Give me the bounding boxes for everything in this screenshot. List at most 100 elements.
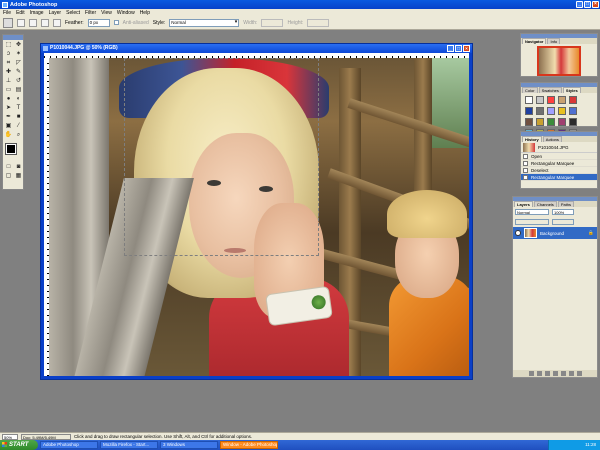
doc-close-button[interactable]: × — [463, 45, 470, 52]
doc-minimize-button[interactable]: _ — [447, 45, 454, 52]
style-swatch[interactable] — [525, 118, 533, 126]
marquee-tool-icon[interactable]: ⬚ — [4, 41, 13, 49]
fullscreen-mode-icon[interactable]: ▦ — [14, 172, 23, 180]
foreground-color[interactable] — [5, 143, 17, 155]
crop-tool-icon[interactable]: ⌗ — [4, 59, 13, 67]
menu-select[interactable]: Select — [66, 10, 80, 16]
history-item[interactable]: Deselect — [521, 167, 597, 174]
antialias-checkbox[interactable] — [113, 20, 119, 25]
navigator-thumbnail[interactable] — [537, 46, 581, 76]
history-item[interactable]: Open — [521, 153, 597, 160]
style-swatch[interactable] — [525, 96, 533, 104]
style-swatch[interactable] — [569, 96, 577, 104]
feather-input[interactable]: 0 px — [87, 18, 110, 27]
tab-styles[interactable]: Styles — [562, 87, 581, 93]
eraser-tool-icon[interactable]: ▭ — [4, 86, 13, 94]
tab-swatches[interactable]: Swatches — [538, 87, 562, 93]
blur-tool-icon[interactable]: ● — [4, 95, 13, 103]
start-button[interactable]: START — [0, 440, 38, 450]
taskbar-item-group[interactable]: 3 Windows — [160, 441, 218, 449]
document-titlebar[interactable]: P1010044.JPG @ 50% (RGB) _ □ × — [41, 44, 472, 53]
menu-edit[interactable]: Edit — [16, 10, 25, 16]
tab-layers[interactable]: Layers — [514, 201, 533, 207]
new-group-icon[interactable] — [560, 371, 566, 376]
history-brush-icon[interactable]: ↺ — [14, 77, 23, 85]
menu-window[interactable]: Window — [117, 10, 135, 16]
tab-navigator[interactable]: Navigator — [522, 38, 547, 44]
maximize-button[interactable]: □ — [584, 1, 591, 8]
history-item[interactable]: Rectangular Marquee — [521, 160, 597, 167]
brush-tool-icon[interactable]: ✎ — [14, 68, 23, 76]
style-swatch[interactable] — [558, 96, 566, 104]
selection-marquee[interactable] — [124, 58, 319, 256]
slice-tool-icon[interactable]: ◸ — [14, 59, 23, 67]
fill-input[interactable] — [552, 219, 574, 225]
style-swatch[interactable] — [547, 107, 555, 115]
menu-layer[interactable]: Layer — [49, 10, 62, 16]
opacity-input[interactable]: 100% — [552, 209, 574, 215]
tab-channels[interactable]: Channels — [533, 201, 557, 207]
type-tool-icon[interactable]: T — [14, 104, 23, 112]
layer-style-icon[interactable] — [536, 371, 542, 376]
close-button[interactable]: × — [592, 1, 599, 8]
style-swatch[interactable] — [569, 107, 577, 115]
shape-tool-icon[interactable]: ■ — [14, 113, 23, 121]
tab-color[interactable]: Color — [522, 87, 538, 93]
style-swatch[interactable] — [569, 118, 577, 126]
zoom-level-field[interactable]: 50% — [2, 433, 18, 440]
style-select[interactable]: Normal — [169, 18, 240, 27]
zoom-tool-icon[interactable]: ⌕ — [14, 131, 23, 139]
gradient-tool-icon[interactable]: ▤ — [14, 86, 23, 94]
tab-actions[interactable]: Actions — [542, 136, 562, 142]
history-snapshot[interactable]: P1010044.JPG — [521, 142, 597, 153]
eye-icon[interactable] — [515, 230, 521, 236]
healing-brush-icon[interactable]: ✚ — [4, 68, 13, 76]
style-swatch[interactable] — [536, 96, 544, 104]
lock-options[interactable] — [515, 219, 549, 225]
height-input[interactable] — [307, 18, 330, 27]
hand-tool-icon[interactable]: ✋ — [4, 131, 13, 139]
taskbar-item-active[interactable]: Window - Adobe Photoshop — [220, 441, 278, 449]
notes-tool-icon[interactable]: ▣ — [4, 122, 13, 130]
menu-image[interactable]: Image — [30, 10, 44, 16]
menu-help[interactable]: Help — [140, 10, 150, 16]
taskbar-item-photoshop[interactable]: Adobe Photoshop — [40, 441, 98, 449]
tab-info[interactable]: Info — [547, 38, 561, 44]
new-layer-icon[interactable] — [568, 371, 574, 376]
eyedropper-tool-icon[interactable]: ⁄ — [14, 122, 23, 130]
style-swatch[interactable] — [558, 118, 566, 126]
dodge-tool-icon[interactable]: ◐ — [14, 95, 23, 103]
intersect-selection-icon[interactable] — [53, 18, 61, 27]
history-item-selected[interactable]: Rectangular Marquee — [521, 174, 597, 181]
standard-mode-icon[interactable]: □ — [4, 163, 13, 171]
move-tool-icon[interactable]: ✥ — [14, 41, 23, 49]
menu-view[interactable]: View — [101, 10, 112, 16]
trash-icon[interactable] — [576, 371, 582, 376]
layer-row-background[interactable]: Background 🔒 — [513, 227, 597, 239]
image-canvas[interactable] — [49, 58, 469, 376]
style-swatch[interactable] — [525, 107, 533, 115]
menu-filter[interactable]: Filter — [85, 10, 96, 16]
style-swatch[interactable] — [536, 118, 544, 126]
clone-stamp-icon[interactable]: ⊥ — [4, 77, 13, 85]
pen-tool-icon[interactable]: ✒ — [4, 113, 13, 121]
lasso-tool-icon[interactable]: ↄ — [4, 50, 13, 58]
quick-mask-icon[interactable]: ◙ — [14, 163, 23, 171]
adjustment-layer-icon[interactable] — [552, 371, 558, 376]
new-selection-icon[interactable] — [17, 18, 25, 27]
magic-wand-tool-icon[interactable]: ✶ — [14, 50, 23, 58]
style-swatch[interactable] — [558, 107, 566, 115]
marquee-tool-preset-icon[interactable] — [3, 17, 13, 28]
doc-maximize-button[interactable]: □ — [455, 45, 462, 52]
style-swatch[interactable] — [547, 118, 555, 126]
tab-history[interactable]: History — [522, 136, 542, 142]
taskbar-item-firefox[interactable]: Mozilla Firefox - Start... — [100, 441, 158, 449]
subtract-selection-icon[interactable] — [41, 18, 49, 27]
menu-file[interactable]: File — [3, 10, 11, 16]
minimize-button[interactable]: _ — [576, 1, 583, 8]
style-swatch[interactable] — [547, 96, 555, 104]
screen-mode-icon[interactable]: ▢ — [4, 172, 13, 180]
blend-mode-select[interactable]: Normal — [515, 209, 549, 215]
width-input[interactable] — [261, 18, 284, 27]
tab-paths[interactable]: Paths — [557, 201, 575, 207]
